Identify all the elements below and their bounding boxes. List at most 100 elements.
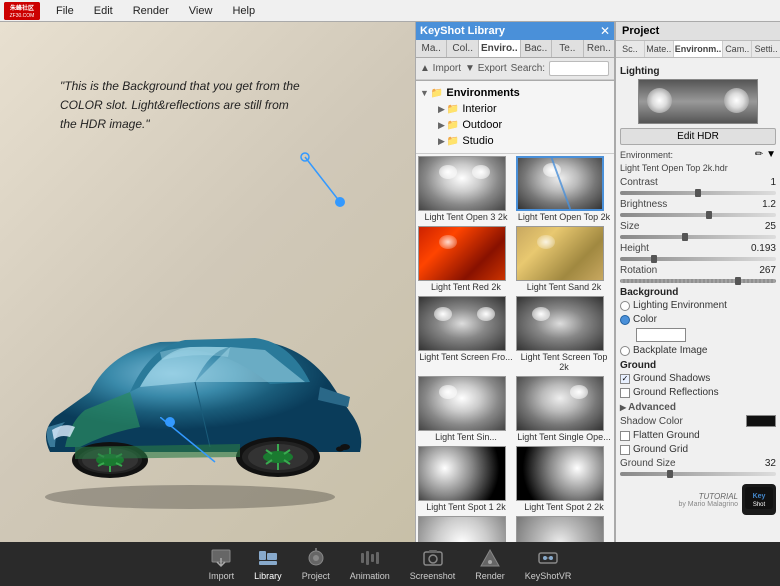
proj-tab-materials[interactable]: Mate.. bbox=[645, 41, 674, 57]
size-slider[interactable] bbox=[620, 235, 776, 239]
color-radio[interactable] bbox=[620, 315, 630, 325]
tree-item-outdoor[interactable]: ▶ 📁 Outdoor bbox=[420, 117, 610, 133]
thumb-img-4[interactable] bbox=[516, 226, 604, 281]
svg-text:朱峰社区: 朱峰社区 bbox=[10, 4, 34, 12]
project-title: Project bbox=[616, 22, 780, 41]
brightness-label: Brightness bbox=[620, 199, 746, 210]
ground-size-label: Ground Size bbox=[620, 458, 746, 469]
toolbar-import[interactable]: Import bbox=[209, 547, 235, 581]
main-area: "This is the Background that you get fro… bbox=[0, 22, 780, 542]
toolbar-keyshotvr[interactable]: KeyShotVR bbox=[525, 547, 572, 581]
height-row: Height 0.193 bbox=[620, 243, 776, 254]
background-color-swatch[interactable] bbox=[636, 328, 686, 342]
contrast-slider[interactable] bbox=[620, 191, 776, 195]
thumb-img-5[interactable] bbox=[418, 296, 506, 351]
lib-tab-renders[interactable]: Ren.. bbox=[584, 40, 614, 57]
thumb-img-1[interactable] bbox=[418, 156, 506, 211]
tree-root-environments[interactable]: ▼ 📁 Environments bbox=[420, 85, 610, 101]
toolbar-project[interactable]: Project bbox=[302, 547, 330, 581]
tree-item-studio[interactable]: ▶ 📁 Studio bbox=[420, 133, 610, 149]
ground-size-slider-thumb[interactable] bbox=[667, 470, 673, 478]
edit-hdr-button[interactable]: Edit HDR bbox=[620, 128, 776, 145]
ground-size-slider[interactable] bbox=[620, 472, 776, 476]
thumb-img-11[interactable] bbox=[418, 516, 506, 542]
library-title: KeyShot Library bbox=[420, 25, 505, 37]
contrast-slider-thumb[interactable] bbox=[695, 189, 701, 197]
rotation-slider[interactable] bbox=[620, 279, 776, 283]
shadow-color-swatch[interactable] bbox=[746, 415, 776, 427]
lib-import-button[interactable]: ▲ Import bbox=[420, 63, 461, 74]
height-slider[interactable] bbox=[620, 257, 776, 261]
lib-tab-environments[interactable]: Enviro.. bbox=[479, 40, 521, 57]
app-logo: 朱峰社区 ZF30.COM bbox=[4, 2, 40, 20]
thumb-img-6[interactable] bbox=[516, 296, 604, 351]
thumb-light-tent-whi-1[interactable]: Light Tent Whi... bbox=[418, 516, 514, 542]
ground-shadows-checkbox[interactable]: ✓ bbox=[620, 374, 630, 384]
thumb-light-tent-open-3[interactable]: Light Tent Open 3 2k bbox=[418, 156, 514, 224]
rotation-slider-thumb[interactable] bbox=[735, 277, 741, 285]
ground-grid-checkbox[interactable] bbox=[620, 445, 630, 455]
thumb-light-tent-open-top[interactable]: Light Tent Open Top 2k bbox=[516, 156, 612, 224]
rotation-value: 267 bbox=[746, 265, 776, 276]
thumb-light-tent-screen-top[interactable]: Light Tent Screen Top 2k bbox=[516, 296, 612, 375]
backplate-radio[interactable] bbox=[620, 346, 630, 356]
env-menu-icon[interactable]: ▼ bbox=[766, 149, 776, 160]
advanced-section-header[interactable]: ▶ Advanced bbox=[620, 402, 776, 413]
project-tabs: Sc.. Mate.. Environm.. Cam.. Setti.. bbox=[616, 41, 780, 58]
rotation-slider-row bbox=[620, 279, 776, 283]
lib-export-button[interactable]: ▼ Export bbox=[465, 63, 507, 74]
size-slider-row bbox=[620, 235, 776, 239]
lighting-env-radio[interactable] bbox=[620, 301, 630, 311]
menu-help[interactable]: Help bbox=[228, 3, 259, 19]
thumb-img-10[interactable] bbox=[516, 446, 604, 501]
thumb-row-3: Light Tent Screen Fro... Light Tent Scre… bbox=[418, 296, 612, 375]
color-radio-row: Color bbox=[620, 314, 776, 325]
brightness-slider[interactable] bbox=[620, 213, 776, 217]
menu-render[interactable]: Render bbox=[129, 3, 173, 19]
menu-view[interactable]: View bbox=[185, 3, 217, 19]
thumb-img-7[interactable] bbox=[418, 376, 506, 431]
thumb-light-tent-spot-1[interactable]: Light Tent Spot 1 2k bbox=[418, 446, 514, 514]
thumb-img-2[interactable] bbox=[516, 156, 604, 211]
library-close-button[interactable]: ✕ bbox=[600, 24, 610, 38]
toolbar-screenshot[interactable]: Screenshot bbox=[410, 547, 456, 581]
flatten-ground-checkbox[interactable] bbox=[620, 431, 630, 441]
brightness-slider-thumb[interactable] bbox=[706, 211, 712, 219]
toolbar-animation[interactable]: Animation bbox=[350, 547, 390, 581]
library-search-input[interactable] bbox=[549, 61, 609, 76]
proj-tab-environment[interactable]: Environm.. bbox=[674, 41, 724, 57]
thumb-light-tent-sin[interactable]: Light Tent Sin... bbox=[418, 376, 514, 444]
ground-size-slider-row bbox=[620, 472, 776, 476]
thumb-img-8[interactable] bbox=[516, 376, 604, 431]
thumb-img-9[interactable] bbox=[418, 446, 506, 501]
tree-item-interior[interactable]: ▶ 📁 Interior bbox=[420, 101, 610, 117]
thumb-label-8: Light Tent Single Ope... bbox=[516, 431, 612, 444]
thumb-light-tent-single-ope[interactable]: Light Tent Single Ope... bbox=[516, 376, 612, 444]
toolbar-library[interactable]: Library bbox=[254, 547, 282, 581]
lib-tab-backplates[interactable]: Bac.. bbox=[521, 40, 552, 57]
proj-tab-settings[interactable]: Setti.. bbox=[752, 41, 780, 57]
ground-reflections-checkbox[interactable] bbox=[620, 388, 630, 398]
thumb-img-12[interactable] bbox=[516, 516, 604, 542]
thumb-light-tent-red[interactable]: Light Tent Red 2k bbox=[418, 226, 514, 294]
thumb-light-tent-sand[interactable]: Light Tent Sand 2k bbox=[516, 226, 612, 294]
lighting-env-radio-row: Lighting Environment bbox=[620, 300, 776, 311]
lib-tab-materials[interactable]: Ma.. bbox=[416, 40, 447, 57]
thumb-img-3[interactable] bbox=[418, 226, 506, 281]
proj-tab-scene[interactable]: Sc.. bbox=[616, 41, 645, 57]
menu-edit[interactable]: Edit bbox=[90, 3, 117, 19]
thumb-light-tent-screen-fro[interactable]: Light Tent Screen Fro... bbox=[418, 296, 514, 375]
height-slider-thumb[interactable] bbox=[651, 255, 657, 263]
toolbar-render[interactable]: Render bbox=[475, 547, 505, 581]
thumb-light-tent-whi-2[interactable]: Light Tent Whi... bbox=[516, 516, 612, 542]
lib-tab-colors[interactable]: Col.. bbox=[447, 40, 478, 57]
env-edit-icon[interactable]: ✏ bbox=[755, 149, 763, 160]
proj-tab-camera[interactable]: Cam.. bbox=[723, 41, 752, 57]
keyshot-brand-text: TUTORIAL by Mario Malagrino bbox=[678, 492, 738, 508]
lib-tab-textures[interactable]: Te.. bbox=[552, 40, 583, 57]
thumb-light-tent-spot-2[interactable]: Light Tent Spot 2 2k bbox=[516, 446, 612, 514]
library-icon bbox=[256, 547, 280, 569]
library-header: KeyShot Library ✕ Ma.. Col.. Enviro.. Ba… bbox=[416, 22, 614, 81]
menu-file[interactable]: File bbox=[52, 3, 78, 19]
size-slider-thumb[interactable] bbox=[682, 233, 688, 241]
